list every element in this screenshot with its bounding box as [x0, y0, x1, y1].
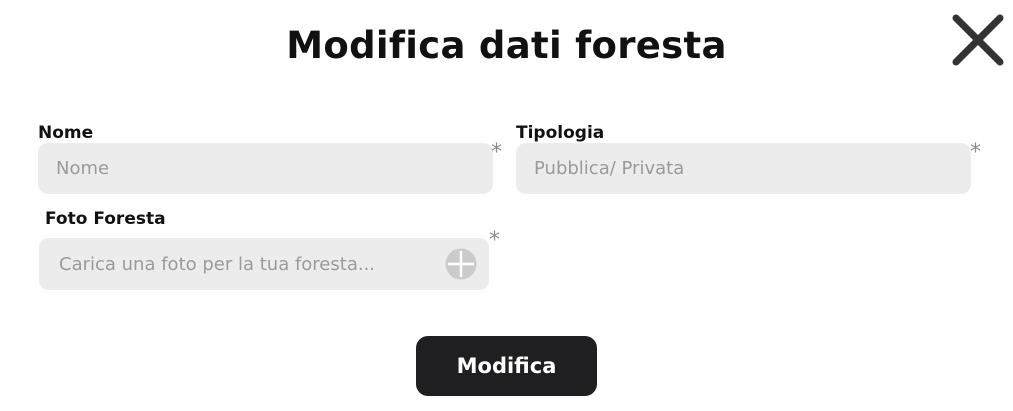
nome-required-mark: * [491, 140, 502, 165]
tipologia-field-wrapper[interactable] [516, 143, 971, 194]
tipologia-label: Tipologia [516, 123, 605, 143]
close-icon [952, 14, 1004, 66]
nome-input[interactable] [54, 157, 477, 180]
foto-required-mark: * [489, 228, 500, 253]
foto-upload-field[interactable]: Carica una foto per la tua foresta... [39, 238, 489, 290]
foto-upload-placeholder: Carica una foto per la tua foresta... [59, 253, 376, 275]
foto-label: Foto Foresta [45, 209, 166, 229]
edit-forest-modal: Modifica dati foresta Nome * Tipologia *… [0, 0, 1013, 411]
close-button[interactable] [950, 12, 1006, 68]
modal-title: Modifica dati foresta [286, 24, 727, 67]
tipologia-input[interactable] [532, 157, 955, 180]
modifica-button[interactable]: Modifica [416, 336, 597, 396]
add-circle-icon[interactable] [445, 248, 477, 280]
nome-field-wrapper[interactable] [38, 143, 493, 194]
nome-label: Nome [38, 123, 94, 143]
tipologia-required-mark: * [970, 140, 981, 165]
